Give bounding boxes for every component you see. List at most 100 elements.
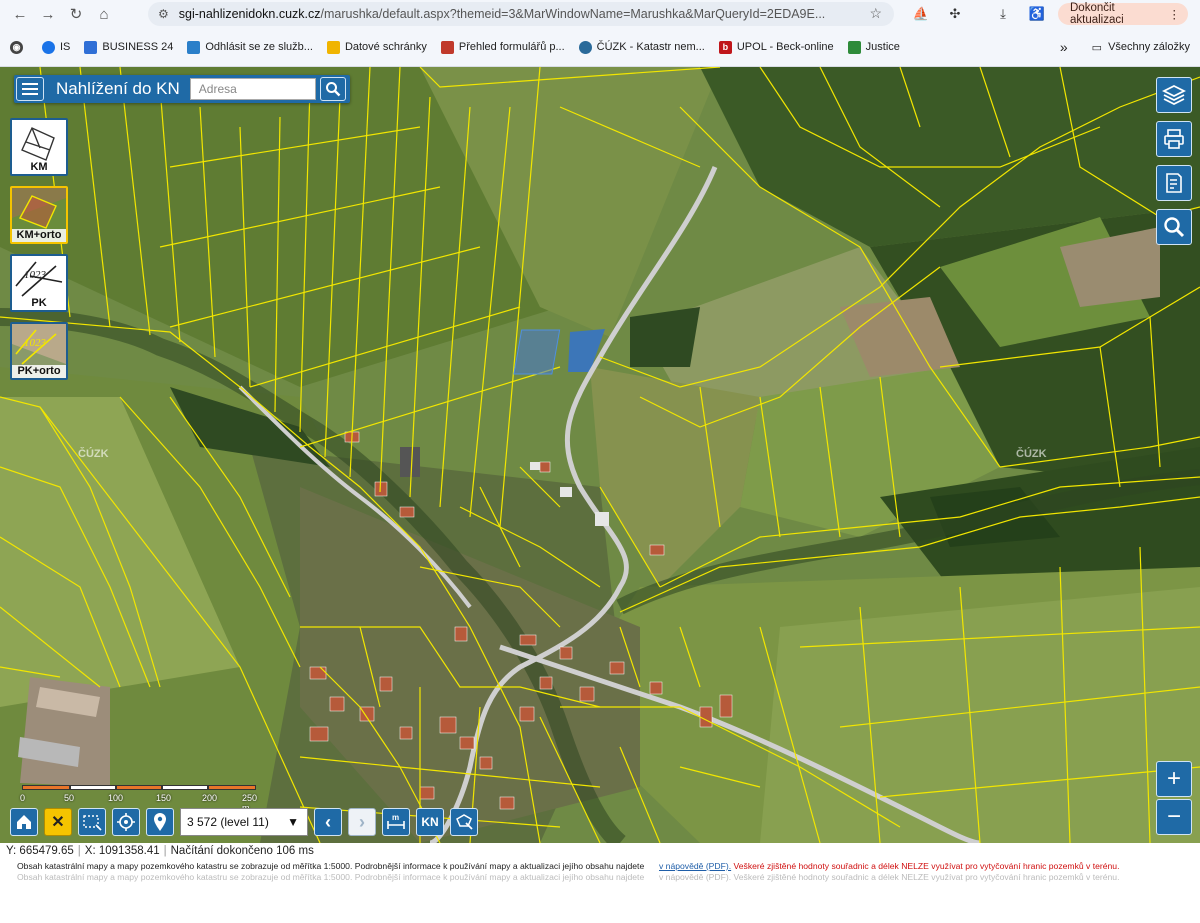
layer-label: PK+orto [12,365,66,378]
bottom-toolbar: ✕ 3 572 (level 11) ▼ ‹ › m KN [10,808,478,836]
previous-view-button[interactable]: ‹ [314,808,342,836]
bookmark-icon: b [718,40,732,54]
bookmarks-overflow[interactable]: » [1060,39,1068,55]
chevron-down-icon: ▼ [287,815,299,829]
draw-button[interactable] [450,808,478,836]
bookmark-item[interactable]: b UPOL - Beck-online [718,40,834,54]
scale-value: 3 572 (level 11) [187,815,269,829]
home-extent-button[interactable] [10,808,38,836]
select-area-button[interactable] [78,808,106,836]
select-rectangle-icon [83,815,102,831]
home-icon[interactable]: ⌂ [90,0,118,28]
load-status: Načítání dokončeno 106 ms [170,845,314,857]
layer-km-button[interactable]: KM [10,118,68,176]
bookmark-item[interactable]: Přehled formulářů p... [440,40,565,54]
layers-button[interactable] [1156,77,1192,113]
mail-icon [326,40,340,54]
update-button[interactable]: Dokončit aktualizaci ⋮ [1058,2,1188,26]
coordinate-x: X: 1091358.41 [84,845,160,857]
menu-icon[interactable] [16,77,44,101]
bookmark-icon [578,40,592,54]
bookmark-item[interactable]: ČÚZK - Katastr nem... [578,40,705,54]
measure-icon: m [387,813,405,829]
layer-label: KM [12,161,66,174]
crosshair-icon [117,813,135,831]
status-bar: Y: 665479.65 | X: 1091358.41 | Načítání … [0,843,1200,859]
bookmark-icon [42,40,55,54]
app-title: Nahlížení do KN [56,79,180,98]
watermark: ČÚZK [1016,448,1047,460]
accessibility-icon[interactable]: ♿ [1026,4,1048,24]
bookmark-item[interactable]: IS [42,40,70,54]
close-icon: ✕ [51,814,65,831]
layer-pk-button[interactable]: 1023 PK [10,254,68,312]
globe-icon: ◉ [10,40,23,54]
zoom-out-button[interactable]: − [1156,799,1192,835]
scale-label: 150 [156,793,172,803]
reload-icon[interactable]: ↻ [62,0,90,28]
app-header: Nahlížení do KN Adresa [14,75,350,103]
layer-label: PK [12,297,66,310]
help-link[interactable]: v nápovědě (PDF). [659,861,731,871]
bookmark-star-icon[interactable]: ☆ [869,5,882,22]
extensions-puzzle-icon[interactable]: ✣ [944,4,966,24]
site-info-icon[interactable]: ⚙ [158,7,169,21]
bookmark-item[interactable]: Justice [847,40,900,54]
extension-icon[interactable]: ⛵ [910,4,932,24]
more-icon[interactable]: ⋮ [1169,7,1181,21]
map-canvas[interactable]: ČÚZK ČÚZK Nahlížení do KN Adresa KM KM+o… [0,67,1200,843]
map-pin-icon [154,813,166,831]
bookmark-item[interactable]: Datové schránky [326,40,427,54]
forward-icon[interactable]: → [34,0,62,28]
layers-icon [1162,84,1186,106]
document-edit-icon [1166,173,1182,193]
bookmark-icon [440,40,454,54]
bookmark-icon [847,40,861,54]
bookmark-globe[interactable]: ◉ [10,40,28,54]
layer-label: KM+orto [12,229,66,242]
bookmark-icon [84,40,98,54]
polygon-draw-icon [456,814,473,830]
info-footer: Obsah katastrální mapy a mapy pozemkovéh… [0,859,1200,923]
scale-label: 50 [64,793,75,803]
watermark: ČÚZK [78,448,109,460]
scale-label: 100 [108,793,124,803]
search-map-button[interactable] [1156,209,1192,245]
pin-button[interactable] [146,808,174,836]
print-button[interactable] [1156,121,1192,157]
bookmark-item[interactable]: BUSINESS 24 [84,40,173,54]
bookmark-item[interactable]: Odhlásit se ze služb... [187,40,313,54]
info-row-shadow: Obsah katastrální mapy a mapy pozemkovéh… [17,872,1120,882]
next-view-button[interactable]: › [348,808,376,836]
chevron-left-icon: ‹ [325,811,331,832]
scale-select[interactable]: 3 572 (level 11) ▼ [180,808,308,836]
bookmark-icon [187,40,201,54]
scale-label: 200 [202,793,218,803]
measure-button[interactable]: m [382,808,410,836]
zoom-in-button[interactable]: + [1156,761,1192,797]
locate-button[interactable] [112,808,140,836]
bookmarks-bar: ◉ IS BUSINESS 24 Odhlásit se ze služb...… [0,36,1200,58]
all-bookmarks[interactable]: Všechny záložky [1108,41,1190,53]
layer-pk-orto-button[interactable]: 1023 PK+orto [10,322,68,380]
svg-text:1023: 1023 [24,269,47,281]
layer-km-orto-button[interactable]: KM+orto [10,186,68,244]
chevron-right-icon: › [359,811,365,832]
report-button[interactable] [1156,165,1192,201]
search-icon [1164,217,1185,238]
address-search-input[interactable]: Adresa [189,78,316,100]
url-host: sgi-nahlizenidokn.cuzk.cz [178,7,321,21]
scale-label: 0 [20,793,26,803]
search-button[interactable] [319,77,346,101]
info-row: Obsah katastrální mapy a mapy pozemkovéh… [17,861,1200,872]
clear-button[interactable]: ✕ [44,808,72,836]
svg-text:1023: 1023 [24,337,47,349]
warning-text: Veškeré zjištěné hodnoty souřadnic a dél… [733,861,1120,871]
download-icon[interactable]: ⤓ [992,4,1014,24]
kn-info-button[interactable]: KN [416,808,444,836]
url-path: /marushka/default.aspx?themeid=3&MarWind… [320,7,826,21]
address-bar[interactable]: ⚙ sgi-nahlizenidokn.cuzk.cz/marushka/def… [148,2,894,26]
update-label: Dokončit aktualizaci [1070,2,1124,26]
back-icon[interactable]: ← [6,0,34,28]
info-text: Obsah katastrální mapy a mapy pozemkovéh… [17,861,645,871]
